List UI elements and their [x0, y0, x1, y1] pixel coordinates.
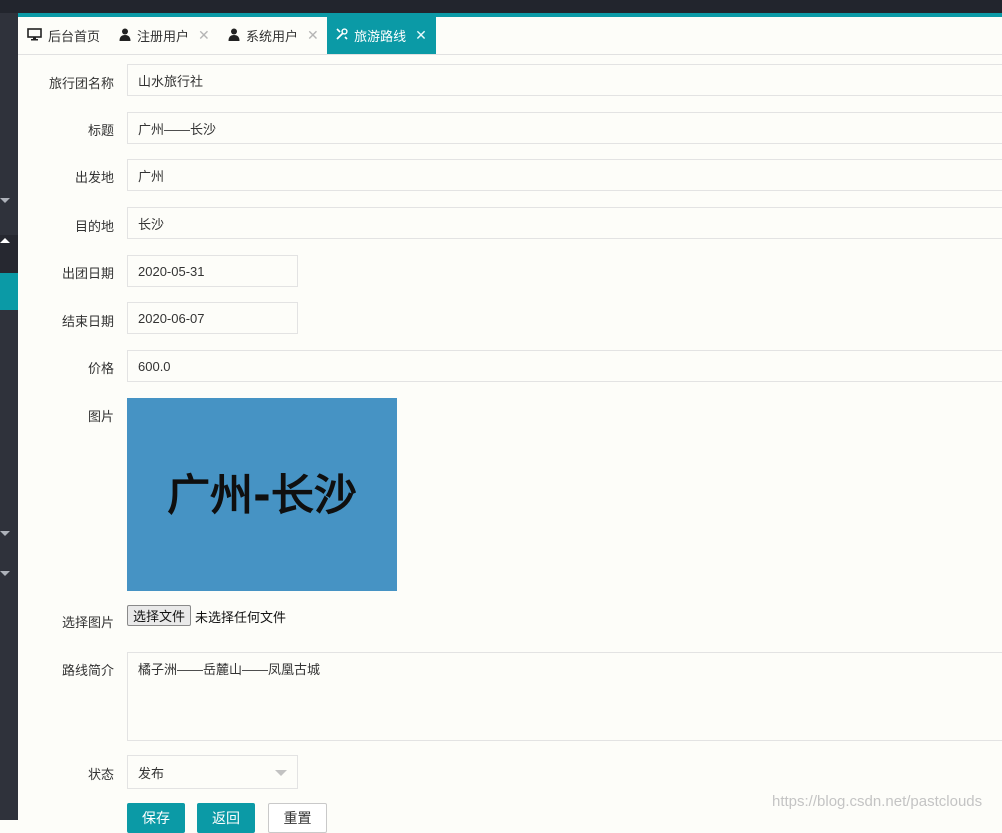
tab-dashboard[interactable]: 后台首页	[27, 17, 100, 54]
tab-travel-routes[interactable]: 旅游路线 ✕	[327, 17, 436, 54]
file-status-text: 未选择任何文件	[195, 610, 287, 625]
origin-input[interactable]: 广州	[127, 159, 1002, 191]
sidebar-chevron-down-icon[interactable]	[0, 531, 10, 536]
choose-file-button[interactable]: 选择文件	[127, 605, 192, 626]
agency-input[interactable]: 山水旅行社	[127, 64, 1002, 96]
route-image-preview: 广州-长沙	[127, 398, 397, 591]
back-button[interactable]: 返回	[197, 803, 255, 833]
route-image-text: 广州-长沙	[167, 471, 357, 521]
watermark-text: https://blog.csdn.net/pastclouds	[772, 793, 983, 810]
destination-label: 目的地	[74, 219, 114, 234]
tab-label: 注册用户	[137, 29, 190, 44]
sidebar-chevron-down-icon[interactable]	[0, 198, 10, 203]
start-date-label: 出团日期	[61, 266, 114, 281]
tab-label: 旅游路线	[354, 29, 407, 44]
origin-label: 出发地	[74, 170, 114, 185]
close-icon[interactable]: ✕	[415, 27, 427, 44]
close-icon[interactable]: ✕	[307, 27, 319, 44]
tab-registered-users[interactable]: 注册用户 ✕	[119, 17, 210, 54]
user-icon	[119, 28, 131, 44]
tab-label: 系统用户	[246, 29, 299, 44]
end-date-label: 结束日期	[61, 314, 114, 329]
title-input[interactable]: 广州——长沙	[127, 112, 1002, 144]
save-button[interactable]: 保存	[127, 803, 185, 833]
intro-textarea[interactable]: 橘子洲——岳麓山——凤凰古城	[127, 652, 1002, 741]
intro-label: 路线简介	[61, 663, 114, 678]
status-label: 状态	[87, 767, 114, 782]
tab-system-users[interactable]: 系统用户 ✕	[228, 17, 319, 54]
sidebar-chevron-up-icon[interactable]	[0, 238, 10, 243]
title-label: 标题	[87, 123, 114, 138]
monitor-icon	[27, 27, 42, 44]
tab-label: 后台首页	[48, 29, 101, 44]
price-label: 价格	[87, 361, 114, 376]
image-label: 图片	[87, 409, 114, 424]
user-icon	[228, 28, 240, 44]
status-select-value: 发布	[138, 765, 165, 781]
reset-button[interactable]: 重置	[268, 803, 327, 833]
agency-label: 旅行团名称	[48, 76, 114, 91]
start-date-input[interactable]: 2020-05-31	[127, 255, 298, 287]
destination-input[interactable]: 长沙	[127, 207, 1002, 239]
choose-image-label: 选择图片	[61, 615, 114, 630]
top-bar	[0, 0, 1002, 13]
tools-icon	[336, 28, 348, 43]
price-input[interactable]: 600.0	[127, 350, 1002, 382]
sidebar	[0, 13, 18, 820]
chevron-down-icon	[275, 770, 287, 776]
close-icon[interactable]: ✕	[198, 27, 210, 44]
sidebar-item-active[interactable]	[0, 273, 18, 310]
status-select[interactable]: 发布	[127, 755, 298, 789]
end-date-input[interactable]: 2020-06-07	[127, 302, 298, 334]
sidebar-chevron-down-icon[interactable]	[0, 571, 10, 576]
tab-bar: 后台首页 注册用户 ✕ 系统用户 ✕ 旅游路线 ✕	[18, 17, 1002, 55]
